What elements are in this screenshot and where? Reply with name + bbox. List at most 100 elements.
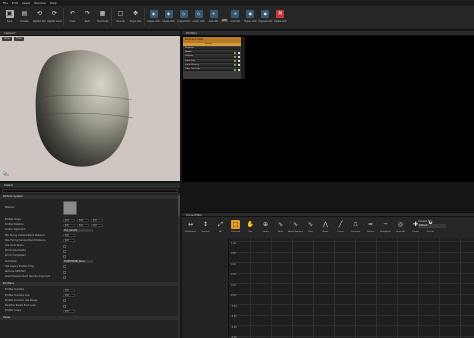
user-tool-button[interactable]: ∿ User [303,217,318,237]
redo-button[interactable]: ↷ Redo [80,6,95,28]
details-section[interactable]: Emitters [0,282,180,287]
delete-lod-button[interactable]: ✕ Delete LOD [273,6,288,28]
checkbox[interactable] [63,265,66,269]
vector-field[interactable]: 0.0 [77,218,89,222]
number-field[interactable]: 0.0 [63,309,75,313]
emitter-module[interactable]: Initial Size [184,59,240,63]
curve-graph[interactable]: 1.00 0.80 0.60 0.40 0.20 0.00 -0.20 -0.40 -0.60-… [229,238,474,338]
graph-toggle-icon[interactable] [237,51,240,54]
checkbox[interactable] [63,275,66,279]
origin-axis-button[interactable]: ✥ Origin Axis [128,6,143,28]
horizontal-tool-button[interactable]: ↔ Horizontal [183,217,198,237]
number-field[interactable]: 0.0 [63,239,75,243]
module-enable-checkbox[interactable] [234,51,236,54]
checkbox[interactable] [63,304,66,308]
straighten-tool-button[interactable]: ─ Straighten [378,217,393,237]
undo-button[interactable]: ↶ Undo [65,6,80,28]
lowest-lod-icon: ◇ [179,10,188,18]
module-label: Required [185,47,194,49]
checkbox[interactable] [63,254,66,258]
graph-toggle-icon[interactable] [237,64,240,67]
browse-button[interactable]: ▤ Browse [17,6,32,28]
vector-field[interactable]: 0.0 [91,218,103,222]
higher-lod-button[interactable]: ◆ Higher LOD [243,6,258,28]
details-scrollbar-thumb[interactable] [178,196,180,216]
graph-toggle-icon[interactable] [237,60,240,63]
module-enable-checkbox[interactable] [234,68,236,71]
property-label: Emitter Duration Low [5,293,30,297]
number-field[interactable]: 0.0 [63,294,75,298]
menu-item-edit[interactable]: Edit [12,1,18,5]
vertical-icon: ↕ [202,221,209,228]
regen-lod-button[interactable]: ◈ Regen LOD [161,6,176,28]
bounds-button[interactable]: □ Bounds [113,6,128,28]
sort-mode-dropdown[interactable]: PSORTMODE_None [63,259,93,264]
linear-tool-button[interactable]: ╱ Linear [333,217,348,237]
selected-tool-button[interactable]: ⬚ Selected [228,217,243,237]
emitter-module[interactable]: Spawn [184,51,240,55]
zoom-tool-button[interactable]: ⊕ Zoom [258,217,273,237]
graph-toggle-icon[interactable] [237,56,240,59]
number-field[interactable]: 0.0 [63,234,75,238]
details-section[interactable]: Particle System [0,195,180,199]
add-lod-button[interactable]: + Add LOD [206,6,221,28]
details-section[interactable]: Delay [0,316,180,321]
show-all-tool-button[interactable]: ◎ Show All [393,217,408,237]
pan-tool-button[interactable]: ✋ Pan [243,217,258,237]
emitter-module[interactable]: Required [184,47,240,51]
number-field[interactable]: 0.0 [63,288,75,292]
curve-list[interactable] [182,238,229,338]
checkbox[interactable] [63,249,66,253]
vector-field[interactable]: 0.0 [63,218,75,222]
material-thumbnail[interactable] [63,201,77,215]
module-enable-checkbox[interactable] [234,64,236,67]
highest-lod-button[interactable]: ◆ Highest LOD [258,6,273,28]
menu-item-window[interactable]: Window [34,1,46,5]
tool-label: Flatten [366,231,375,233]
tool-label: Vertical [201,231,210,233]
constant-icon: ⎍ [353,221,358,228]
add-lod-button[interactable]: + Add LOD [228,6,243,28]
graph-toggle-icon[interactable] [237,68,240,71]
save-button[interactable]: ▣ Save [2,6,17,28]
thumbnail-button[interactable]: ▦ Thumbnail [95,6,110,28]
current-tab-dropdown[interactable]: Default [418,224,446,228]
module-enable-checkbox[interactable] [234,60,236,63]
viewport-tab-label: Viewport [4,32,16,35]
tool-label: Constant [350,231,361,233]
property-row: Emitter Origin 0.0 0.0 0.0 [0,218,180,222]
vertical-tool-button[interactable]: ↕ Vertical [198,217,213,237]
menu-item-asset[interactable]: Asset [22,1,30,5]
all-tool-button[interactable]: ⤢ All [213,217,228,237]
vector-field[interactable]: 0.0 [63,223,75,227]
checkbox[interactable] [63,270,66,274]
checkbox[interactable] [63,244,66,248]
vector-field[interactable]: 0.0 [77,223,89,227]
emitter-column[interactable]: Particle Emitter Emitter Required Spawn Li… [183,37,241,79]
emitter-module[interactable]: Color Over Life [184,68,240,72]
flatten-tool-button[interactable]: ━ Flatten [363,217,378,237]
viewport[interactable]: View Time [0,36,180,181]
module-label: Lifetime [185,55,194,58]
add-lod-icon: + [209,10,218,18]
screen-alignment-dropdown[interactable]: PSA_Square [63,228,93,233]
auto-clamped-tool-button[interactable]: ∿ Auto/Clamped [288,217,303,237]
property-label: Use Local Space [5,244,24,247]
break-tool-button[interactable]: ⋀ Break [318,217,333,237]
emitter-module[interactable]: Initial Velocity [184,63,240,68]
emitter-module[interactable]: Lifetime [184,55,240,59]
property-label: Used Module Inherit Velocity Alignment [5,275,51,279]
restart-level-button[interactable]: ⟳ Restart Level [47,6,62,28]
lower-lod-button[interactable]: ◇ Lower LOD [191,6,206,28]
lowest-lod-button[interactable]: ◇ Lowest LOD [176,6,191,28]
constant-tool-button[interactable]: ⎍ Constant [348,217,363,237]
vector-field[interactable]: 0.0 [91,223,103,227]
menu-item-file[interactable]: File [3,1,8,5]
menu-item-help[interactable]: Help [50,1,57,5]
restart-sim-button[interactable]: ⟲ Restart Sim [32,6,47,28]
auto-tool-button[interactable]: ∿ Auto [273,217,288,237]
checkbox[interactable] [63,299,66,303]
module-enable-checkbox[interactable] [234,56,236,59]
regen-lod-button[interactable]: ◈ Regen LOD [146,6,161,28]
details-tab[interactable]: Details [0,182,180,188]
